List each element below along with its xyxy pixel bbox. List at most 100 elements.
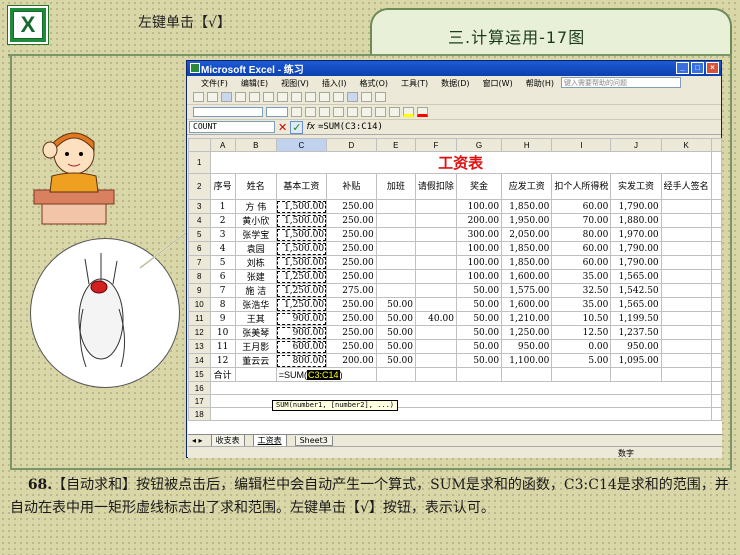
- gross-pay-cell[interactable]: 1,250.00: [501, 325, 553, 340]
- net-pay-cell[interactable]: 1,565.00: [610, 297, 662, 312]
- gross-pay-cell[interactable]: 1,210.00: [501, 311, 553, 326]
- seq-cell[interactable]: 3: [209, 227, 236, 242]
- bonus-cell[interactable]: 300.00: [455, 227, 503, 242]
- subsidy-cell[interactable]: 250.00: [326, 241, 377, 256]
- base-salary-cell[interactable]: 1,500.00: [275, 241, 328, 256]
- column-header-g[interactable]: G: [455, 138, 503, 152]
- row-header[interactable]: 2: [188, 173, 211, 200]
- minimize-button[interactable]: _: [676, 62, 689, 74]
- menu-view[interactable]: 视图(V): [281, 78, 309, 89]
- leave-deduction-cell[interactable]: [414, 199, 457, 214]
- menu-data[interactable]: 数据(D): [441, 78, 469, 89]
- worksheet-grid[interactable]: A B C D E F G H I J K 1 工资表 2 序号 姓名 基本工资…: [188, 138, 722, 434]
- header-cell[interactable]: 奖金: [455, 173, 503, 200]
- base-salary-cell[interactable]: 800.00: [275, 353, 328, 368]
- column-header-f[interactable]: F: [414, 138, 457, 152]
- bonus-cell[interactable]: 50.00: [455, 297, 503, 312]
- overtime-cell[interactable]: [375, 269, 416, 284]
- column-header-b[interactable]: B: [234, 138, 277, 152]
- seq-cell[interactable]: 8: [209, 297, 236, 312]
- row-header[interactable]: 15: [188, 367, 211, 382]
- print-icon[interactable]: [235, 92, 246, 102]
- column-header-d[interactable]: D: [326, 138, 377, 152]
- name-cell[interactable]: 张学宝: [234, 227, 277, 242]
- header-cell[interactable]: 加班: [375, 173, 416, 200]
- overtime-cell[interactable]: 50.00: [375, 325, 416, 340]
- row-header[interactable]: 8: [188, 269, 211, 284]
- undo-icon[interactable]: [319, 92, 330, 102]
- bonus-cell[interactable]: 50.00: [455, 325, 503, 340]
- overtime-cell[interactable]: 50.00: [375, 339, 416, 354]
- align-right-icon[interactable]: [361, 107, 372, 117]
- overtime-cell[interactable]: 50.00: [375, 353, 416, 368]
- subsidy-cell[interactable]: 250.00: [326, 297, 377, 312]
- subsidy-cell[interactable]: 250.00: [326, 255, 377, 270]
- overtime-cell[interactable]: [375, 283, 416, 298]
- signature-cell[interactable]: [660, 241, 712, 256]
- signature-cell[interactable]: [660, 297, 712, 312]
- name-box[interactable]: COUNT: [189, 121, 275, 133]
- column-header-i[interactable]: I: [551, 138, 612, 152]
- leave-deduction-cell[interactable]: [414, 353, 457, 368]
- tax-cell[interactable]: 10.50: [551, 311, 612, 326]
- leave-deduction-cell[interactable]: [414, 283, 457, 298]
- name-cell[interactable]: 黄小欣: [234, 213, 277, 228]
- underline-icon[interactable]: [319, 107, 330, 117]
- gross-pay-cell[interactable]: 1,950.00: [501, 213, 553, 228]
- seq-cell[interactable]: 6: [209, 269, 236, 284]
- align-center-icon[interactable]: [347, 107, 358, 117]
- formula-input[interactable]: =SUM(C3:C14): [318, 122, 383, 132]
- total-label[interactable]: 合计: [209, 367, 236, 382]
- subsidy-cell[interactable]: 200.00: [326, 353, 377, 368]
- insert-function-icon[interactable]: fx: [306, 122, 315, 132]
- sheet-tab-income[interactable]: 收支表: [210, 434, 245, 447]
- overtime-cell[interactable]: [375, 227, 416, 242]
- gross-pay-cell[interactable]: 1,850.00: [501, 241, 553, 256]
- signature-cell[interactable]: [660, 269, 712, 284]
- overtime-cell[interactable]: 50.00: [375, 297, 416, 312]
- menu-help[interactable]: 帮助(H): [526, 78, 554, 89]
- signature-cell[interactable]: [660, 353, 712, 368]
- leave-deduction-cell[interactable]: [414, 255, 457, 270]
- name-cell[interactable]: 方 伟: [234, 199, 277, 214]
- gross-pay-cell[interactable]: 1,850.00: [501, 255, 553, 270]
- fill-color-icon[interactable]: [403, 107, 414, 117]
- row-header[interactable]: 9: [188, 283, 211, 298]
- cell[interactable]: [551, 367, 612, 382]
- menu-file[interactable]: 文件(F): [201, 78, 228, 89]
- header-cell[interactable]: 经手人签名: [660, 173, 712, 200]
- font-size-select[interactable]: [266, 107, 288, 117]
- net-pay-cell[interactable]: 1,880.00: [610, 213, 662, 228]
- chart-icon[interactable]: [375, 92, 386, 102]
- net-pay-cell[interactable]: 1,095.00: [610, 353, 662, 368]
- header-cell[interactable]: 实发工资: [610, 173, 662, 200]
- net-pay-cell[interactable]: 1,790.00: [610, 199, 662, 214]
- subsidy-cell[interactable]: 250.00: [326, 311, 377, 326]
- cell[interactable]: [455, 367, 503, 382]
- net-pay-cell[interactable]: 1,237.50: [610, 325, 662, 340]
- bonus-cell[interactable]: 50.00: [455, 311, 503, 326]
- tax-cell[interactable]: 60.00: [551, 241, 612, 256]
- seq-cell[interactable]: 7: [209, 283, 236, 298]
- column-header-e[interactable]: E: [375, 138, 416, 152]
- seq-cell[interactable]: 4: [209, 241, 236, 256]
- tax-cell[interactable]: 12.50: [551, 325, 612, 340]
- cell[interactable]: [610, 367, 662, 382]
- seq-cell[interactable]: 11: [209, 339, 236, 354]
- merge-icon[interactable]: [375, 107, 386, 117]
- bonus-cell[interactable]: 50.00: [455, 283, 503, 298]
- seq-cell[interactable]: 2: [209, 213, 236, 228]
- bonus-cell[interactable]: 50.00: [455, 339, 503, 354]
- row-header[interactable]: 17: [188, 394, 211, 408]
- base-salary-cell[interactable]: 900.00: [275, 311, 328, 326]
- net-pay-cell[interactable]: 1,565.00: [610, 269, 662, 284]
- name-cell[interactable]: 施 洁: [234, 283, 277, 298]
- base-salary-cell[interactable]: 1,250.00: [275, 297, 328, 312]
- overtime-cell[interactable]: [375, 241, 416, 256]
- leave-deduction-cell[interactable]: 40.00: [414, 311, 457, 326]
- row-header[interactable]: 5: [188, 227, 211, 242]
- base-salary-cell[interactable]: 1,500.00: [275, 227, 328, 242]
- subsidy-cell[interactable]: 250.00: [326, 339, 377, 354]
- subsidy-cell[interactable]: 250.00: [326, 269, 377, 284]
- menu-edit[interactable]: 编辑(E): [241, 78, 268, 89]
